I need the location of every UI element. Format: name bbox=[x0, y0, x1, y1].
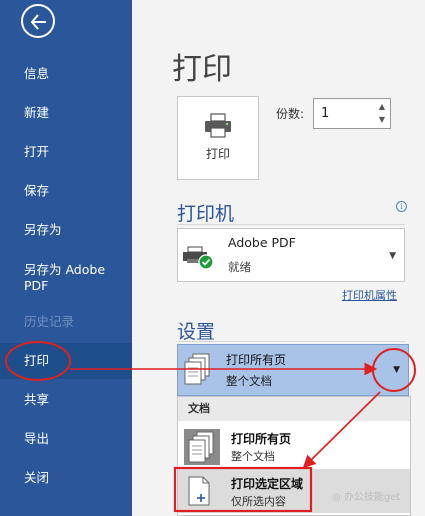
sidebar-item-close[interactable]: 关闭 bbox=[0, 460, 132, 496]
menu-header: 文档 bbox=[178, 397, 410, 421]
sidebar-item-save-as-pdf[interactable]: 另存为 Adobe PDF bbox=[0, 260, 112, 296]
selection-page-icon bbox=[188, 476, 210, 506]
sidebar-item-open[interactable]: 打开 bbox=[0, 134, 132, 170]
range-subtitle: 整个文档 bbox=[226, 374, 272, 388]
sidebar-item-export[interactable]: 导出 bbox=[0, 421, 132, 457]
sidebar-item-save-as[interactable]: 另存为 bbox=[0, 212, 132, 248]
settings-section-title: 设置 bbox=[177, 321, 216, 343]
back-button[interactable] bbox=[21, 4, 55, 38]
print-range-dropdown[interactable]: 打印所有页 整个文档 ▼ bbox=[177, 344, 409, 396]
print-button-label: 打印 bbox=[205, 147, 230, 161]
printer-dropdown[interactable]: Adobe PDF 就绪 ▼ bbox=[177, 228, 405, 282]
sidebar-item-new[interactable]: 新建 bbox=[0, 95, 132, 131]
pages-icon bbox=[184, 353, 210, 385]
divider bbox=[177, 341, 405, 342]
sidebar-item-save[interactable]: 保存 bbox=[0, 173, 132, 209]
menu-item-subtitle: 仅所选内容 bbox=[231, 495, 286, 508]
pages-icon bbox=[184, 429, 220, 465]
printer-name: Adobe PDF bbox=[228, 235, 296, 250]
watermark: ◎ 办公技能get bbox=[332, 492, 401, 503]
chevron-down-icon[interactable]: ▼ bbox=[393, 365, 400, 375]
printer-ready-icon bbox=[183, 246, 214, 270]
page-title: 打印 bbox=[172, 52, 232, 87]
menu-item-print-all-pages[interactable]: 打印所有页 整个文档 bbox=[178, 424, 410, 468]
print-pane: 打印 打印 份数: 1 ▲ ▼ 打印机 i Adobe PDF 就绪 ▼ 打印机… bbox=[132, 0, 425, 516]
backstage-sidebar: 信息 新建 打开 保存 另存为 另存为 Adobe PDF 历史记录 打印 共享… bbox=[0, 0, 132, 516]
divider bbox=[177, 224, 405, 225]
menu-item-title: 打印选定区域 bbox=[231, 477, 304, 491]
copies-label: 份数: bbox=[276, 107, 305, 121]
wechat-icon: ◎ bbox=[332, 492, 344, 503]
print-button[interactable]: 打印 bbox=[177, 96, 259, 180]
printer-properties-link[interactable]: 打印机属性 bbox=[342, 287, 397, 303]
printer-status: 就绪 bbox=[228, 260, 251, 274]
menu-item-subtitle: 整个文档 bbox=[231, 450, 275, 463]
decrement-icon[interactable]: ▼ bbox=[377, 115, 387, 125]
sidebar-item-info[interactable]: 信息 bbox=[0, 56, 132, 92]
copies-stepper[interactable]: 1 ▲ ▼ bbox=[313, 98, 391, 129]
sidebar-item-share[interactable]: 共享 bbox=[0, 382, 132, 418]
sidebar-item-print[interactable]: 打印 bbox=[0, 343, 132, 379]
info-icon[interactable]: i bbox=[396, 201, 407, 212]
printer-icon bbox=[205, 113, 231, 138]
printer-section-title: 打印机 bbox=[177, 203, 235, 225]
range-title: 打印所有页 bbox=[226, 353, 287, 367]
chevron-down-icon: ▼ bbox=[389, 251, 396, 261]
sidebar-item-history: 历史记录 bbox=[24, 314, 75, 329]
menu-item-title: 打印所有页 bbox=[231, 432, 292, 446]
increment-icon[interactable]: ▲ bbox=[377, 102, 387, 112]
copies-input[interactable]: 1 bbox=[321, 106, 329, 121]
back-arrow-icon bbox=[30, 14, 46, 30]
